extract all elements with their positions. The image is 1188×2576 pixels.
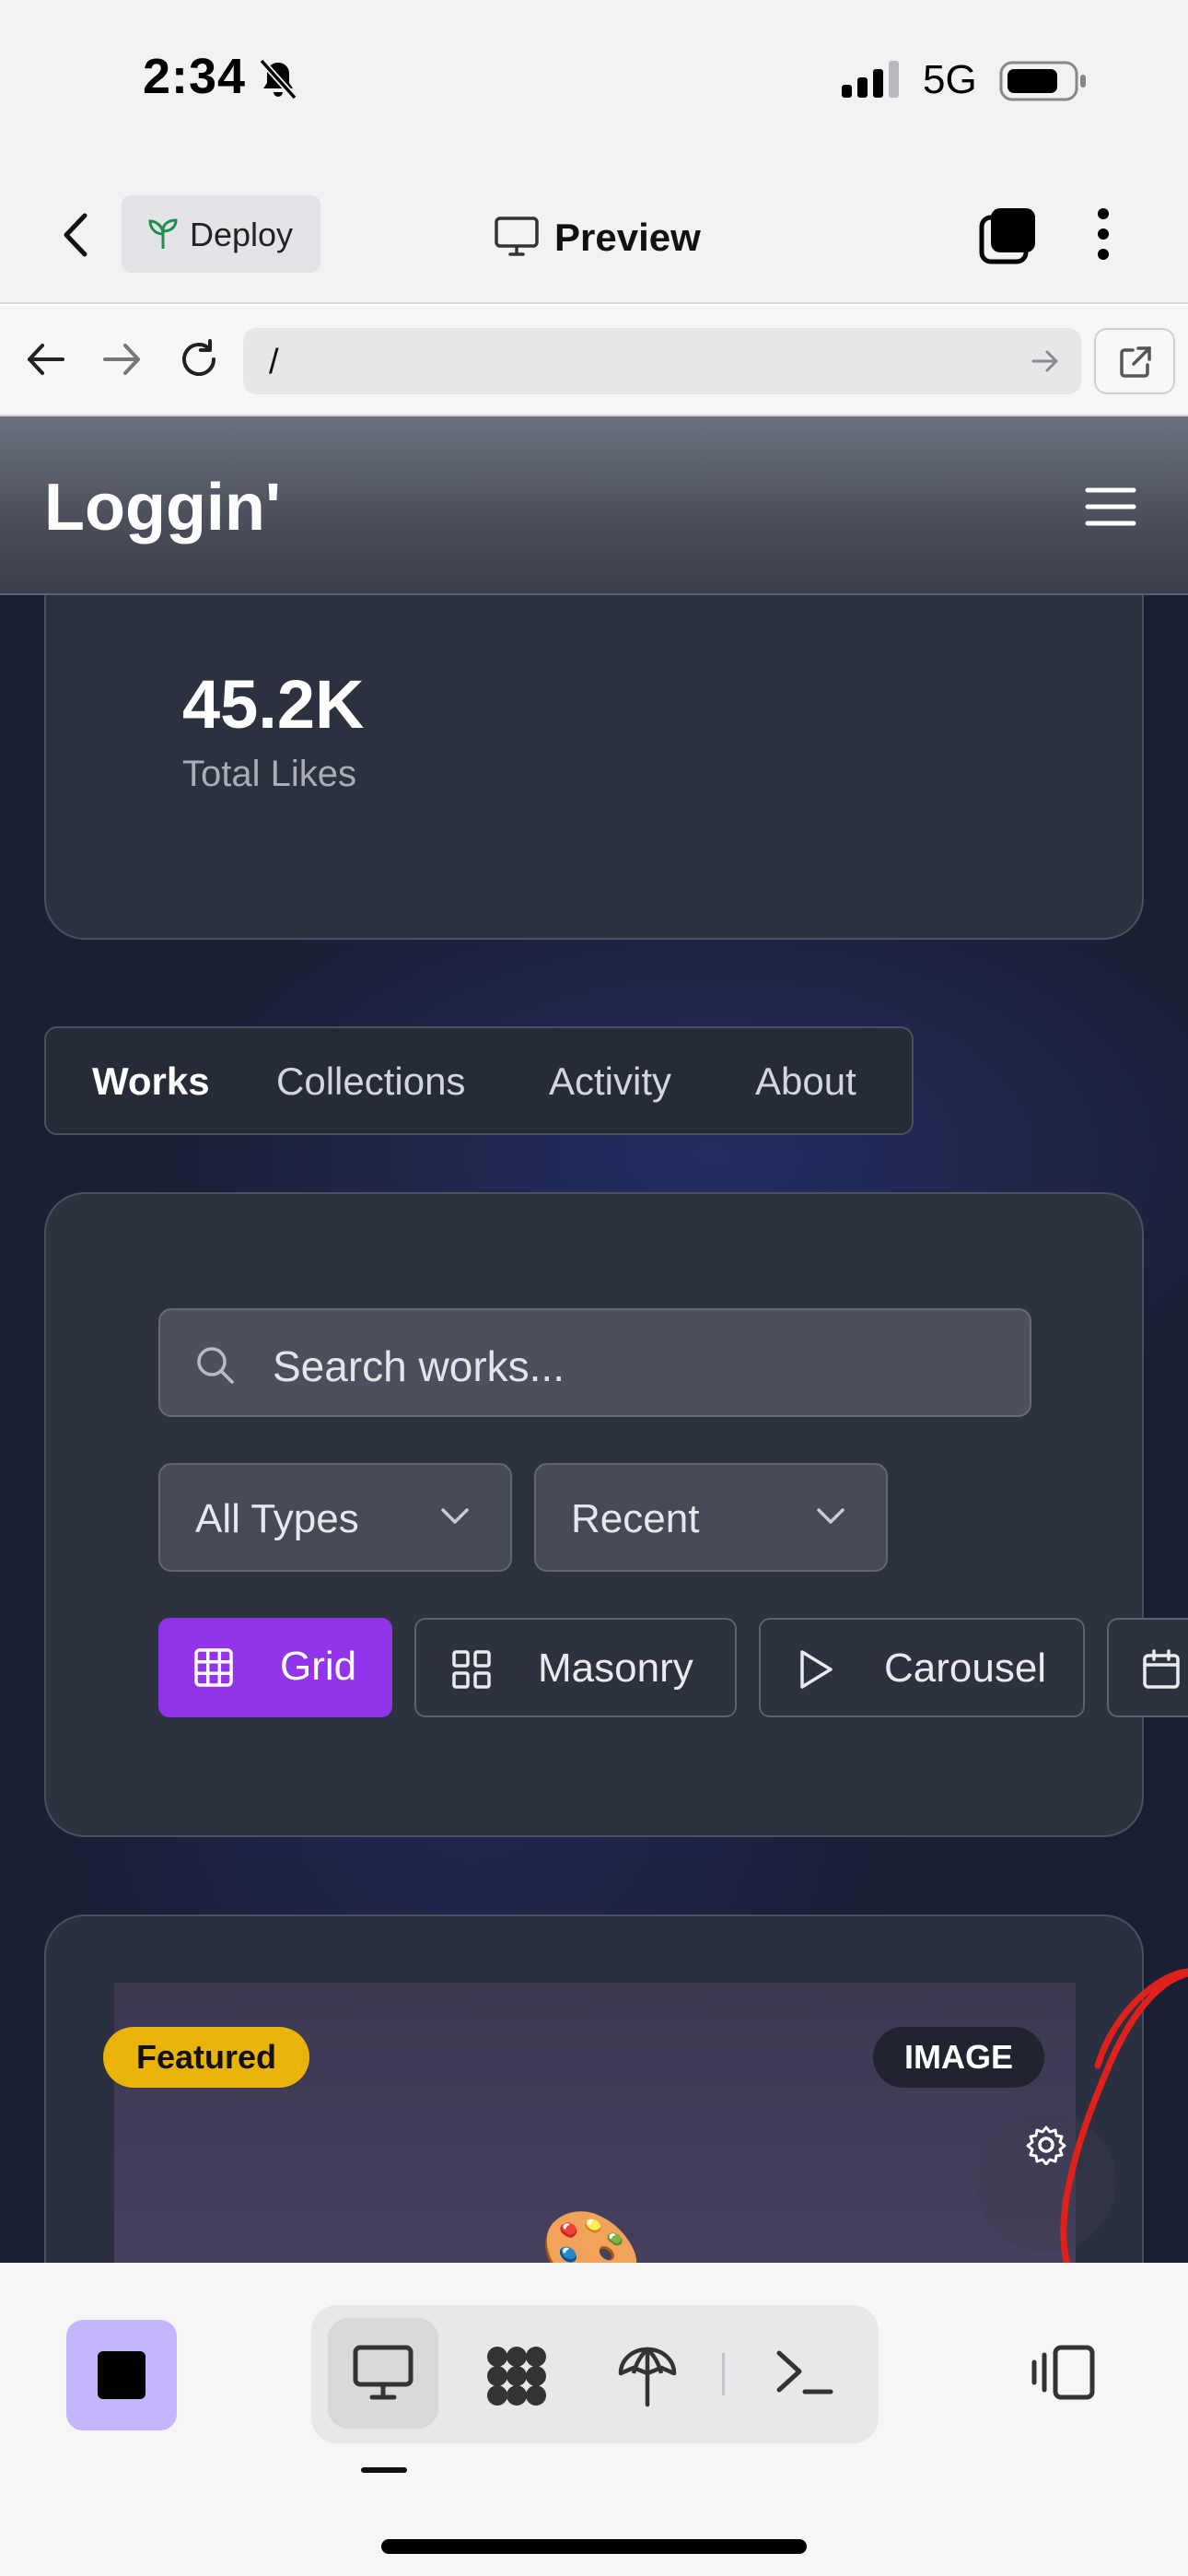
calendar-icon	[1143, 1649, 1180, 1689]
sort-select-value: Recent	[571, 1496, 700, 1541]
dock	[311, 2305, 879, 2443]
arrow-left-icon[interactable]	[26, 341, 66, 378]
url-text: /	[269, 343, 279, 381]
filter-card: Search works... All Types Recent Grid Ma…	[44, 1192, 1188, 1837]
go-arrow-icon[interactable]	[1031, 348, 1059, 374]
tab-works[interactable]: Works	[92, 1060, 210, 1104]
masonry-icon	[452, 1650, 491, 1689]
stop-button[interactable]	[66, 2320, 177, 2430]
type-select-value: All Types	[195, 1496, 359, 1541]
desktop-preview-button[interactable]	[328, 2318, 438, 2429]
desktop-icon	[353, 2345, 413, 2400]
bottom-toolbar	[0, 2263, 1188, 2576]
deploy-label: Deploy	[190, 216, 294, 253]
stats-card: 45.2K Total Likes	[44, 595, 1144, 940]
red-scribble-annotation	[1060, 1968, 1188, 2263]
stat-label: Total Likes	[182, 754, 356, 794]
network-label: 5G	[923, 57, 977, 102]
url-field[interactable]: /	[243, 328, 1081, 394]
signal-icon	[842, 61, 899, 98]
type-select[interactable]: All Types	[158, 1463, 512, 1572]
monitor-icon	[495, 217, 539, 256]
web-viewport: Loggin' 45.2K Total Likes Works Collecti…	[0, 416, 1188, 2263]
tab-about[interactable]: About	[755, 1060, 856, 1104]
view-calendar-button[interactable]	[1107, 1618, 1188, 1717]
arrow-right-icon[interactable]	[101, 341, 142, 378]
sprout-icon	[148, 218, 178, 249]
view-grid-label: Grid	[280, 1644, 357, 1689]
terminal-button[interactable]	[750, 2318, 860, 2429]
type-badge: IMAGE	[873, 2027, 1045, 2088]
chevron-left-icon[interactable]	[57, 212, 94, 258]
deploy-button[interactable]: Deploy	[122, 195, 320, 273]
apps-icon	[487, 2347, 546, 2406]
play-icon	[800, 1650, 833, 1689]
battery-icon	[999, 61, 1086, 101]
chevron-down-icon	[441, 1508, 469, 1524]
terminal-icon	[776, 2350, 833, 2395]
status-bar: 2:34 5G	[0, 0, 1188, 166]
bell-slash-icon	[259, 58, 297, 100]
view-carousel-label: Carousel	[884, 1645, 1047, 1691]
search-icon	[197, 1347, 234, 1384]
active-tab-indicator	[361, 2467, 407, 2473]
grid-icon	[194, 1648, 233, 1687]
palette-icon: 🎨	[540, 2208, 644, 2263]
status-time: 2:34	[143, 49, 247, 104]
dock-separator	[722, 2353, 725, 2395]
view-masonry-button[interactable]: Masonry	[414, 1618, 737, 1717]
search-input[interactable]: Search works...	[158, 1308, 1031, 1417]
deploy-icon	[618, 2347, 677, 2407]
hamburger-icon[interactable]	[1085, 486, 1136, 527]
device-switch-icon[interactable]	[1031, 2344, 1096, 2401]
search-placeholder: Search works...	[273, 1342, 565, 1390]
featured-badge: Featured	[103, 2027, 310, 2088]
more-vertical-icon[interactable]	[1094, 206, 1112, 262]
reload-icon[interactable]	[177, 337, 221, 381]
sort-select[interactable]: Recent	[534, 1463, 888, 1572]
external-link-icon	[1120, 346, 1151, 378]
url-bar: /	[0, 306, 1188, 416]
profile-tabs: Works Collections Activity About	[44, 1026, 914, 1135]
tab-collections[interactable]: Collections	[276, 1060, 465, 1104]
preview-label: Preview	[554, 216, 701, 259]
view-masonry-label: Masonry	[538, 1645, 693, 1691]
view-carousel-button[interactable]: Carousel	[759, 1618, 1085, 1717]
apps-button[interactable]	[460, 2318, 571, 2429]
home-indicator[interactable]	[381, 2539, 807, 2554]
app-header: Deploy Preview	[0, 166, 1188, 304]
deploy-tool-button[interactable]	[593, 2318, 704, 2429]
stop-icon	[98, 2351, 146, 2399]
site-logo[interactable]: Loggin'	[44, 470, 281, 545]
open-external-button[interactable]	[1094, 328, 1175, 394]
site-header: Loggin'	[0, 416, 1188, 595]
tab-activity[interactable]: Activity	[549, 1060, 671, 1104]
tabs-icon[interactable]	[978, 206, 1037, 265]
view-grid-button[interactable]: Grid	[158, 1618, 392, 1717]
stat-value: 45.2K	[182, 666, 365, 743]
chevron-down-icon	[817, 1508, 844, 1524]
